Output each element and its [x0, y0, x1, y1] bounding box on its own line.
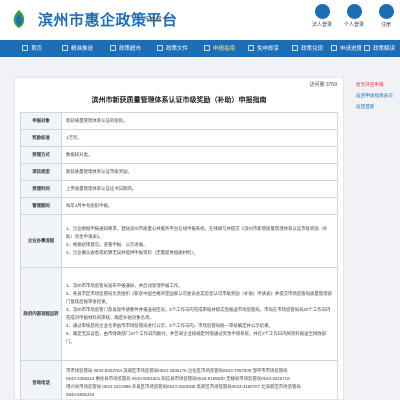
table-row: 管理期间 每年4月中旬组织申报。: [20, 197, 338, 215]
nav-policy-cash[interactable]: 政策兑现: [292, 44, 323, 53]
row-value: 市市场监管局 0543-8303764 滨城区市场监管局0543-3335175…: [61, 360, 338, 399]
row-line: 上传质量管理体系认证证书日期内。: [66, 186, 137, 191]
nav-progress-label: 申请进度: [340, 46, 363, 52]
table-row: 企业办事流程 1、企业根据申报通知要求，登陆滨州市质量公共服务平台在线申报系统，…: [20, 214, 338, 268]
row-line: 0543-6585315: [66, 392, 95, 397]
nav-home-label: 首页: [31, 46, 43, 52]
nav-progress[interactable]: 申请进度: [331, 44, 362, 53]
nav-home[interactable]: 首页: [22, 44, 42, 53]
register-icon: [378, 4, 394, 19]
city-select-label: 市本级: [144, 17, 163, 23]
row-label: 管理期间: [20, 197, 62, 215]
row-label: 企业办事流程: [20, 214, 62, 268]
nav-precise-push-label: 精准推送: [71, 46, 94, 52]
site-header: 滨州市惠企政策平台 市本级 ▾ 法人登录 个人登录 注册: [0, 0, 400, 40]
row-value: 上传质量管理体系认证证书日期内。: [61, 180, 338, 198]
row-value: 新获质量管理体系认证的组织。: [61, 112, 338, 130]
row-line: 0543-4358213 惠民县市场监管局 0543-5051501 阳信县市场…: [66, 376, 290, 381]
row-label: 受理方式: [20, 146, 62, 164]
row-value: 1、企业根据申报通知要求，登陆滨州市质量公共服务平台在线申报系统，在线填写并提交…: [61, 214, 338, 268]
row-label: 受理时间: [20, 180, 62, 198]
chevron-down-icon: ▾: [163, 17, 167, 23]
row-value: 数据核对类。: [61, 146, 338, 164]
legal-user-icon: [314, 4, 330, 19]
nav-policy-read-label: 政策解读: [373, 46, 396, 52]
table-row: 受理方式 数据核对类。: [20, 146, 338, 164]
row-value: 1万元。: [61, 129, 338, 147]
row-line: 1、滨州市市场监管局发布申报通知，并启动受理申报工作。: [66, 283, 183, 288]
nav-policy-market[interactable]: 政策超市: [110, 44, 141, 53]
table-row: 项目类型 新获质量管理体系认证市级奖励。: [20, 163, 338, 181]
table-row: 奖励标准 1万元。: [20, 129, 338, 147]
row-line: 1、企业根据申报通知要求，登陆滨州市质量公共服务平台在线申报系统，在线填写并提交…: [66, 226, 328, 239]
nav-policy-read[interactable]: 政策解读: [364, 44, 395, 53]
visit-count: 访问量:3709: [309, 82, 337, 88]
guide-icon: [204, 45, 210, 51]
row-line: 新获质量管理体系认证市级奖励。: [66, 169, 132, 174]
coin-icon: [292, 45, 298, 51]
table-row: 申报对象 新获质量管理体系认证的组织。: [20, 112, 338, 130]
home-icon: [22, 45, 28, 51]
progress-icon: [331, 45, 337, 51]
row-label: 项目类型: [20, 163, 62, 181]
document-icon: [157, 45, 163, 51]
register-button[interactable]: 注册: [371, 4, 400, 28]
row-line: 2、各县市区市场监管局负责组织《新获中国合格评定国家认可委员会实验室认可市级奖励…: [66, 291, 332, 304]
row-value: 新获质量管理体系认证市级奖励。: [61, 163, 338, 181]
nav-exempt-apply[interactable]: 免申即享: [248, 44, 279, 53]
back-to-guide-link[interactable]: 返回申请指南表识: [356, 92, 400, 99]
cart-icon: [110, 45, 116, 51]
personal-login-label: 个人登录: [343, 22, 364, 28]
back-to-top-link[interactable]: 返回首部: [356, 103, 400, 110]
table-row: 受理时间 上传质量管理体系认证证书日期内。: [20, 180, 338, 198]
row-label: 咨询电话: [20, 360, 62, 399]
page-title: 滨州市新获质量管理体系认证市级奖励（补助）申报指南: [91, 97, 267, 104]
row-line: 2、根据初审意见，查看申报、公示进展。: [66, 242, 148, 247]
target-icon: [62, 45, 68, 51]
nav-policy-market-label: 政策超市: [119, 46, 142, 52]
row-value: 每年4月中旬组织申报。: [61, 197, 338, 215]
person-icon: [346, 4, 362, 19]
table-row: 咨询电话 市市场监管局 0543-8303764 滨城区市场监管局0543-33…: [20, 360, 338, 399]
personal-login-button[interactable]: 个人登录: [339, 4, 369, 28]
guide-panel: 访问量:3709 滨州市新获质量管理体系认证市级奖励（补助）申报指南 申报对象 …: [14, 77, 344, 400]
row-line: 博兴县市场监管局 0543-2321998 开发区市场监管局0543-31833…: [66, 384, 301, 389]
legal-login-label: 法人登录: [311, 22, 332, 28]
row-line: 新获质量管理体系认证的组织。: [66, 118, 128, 123]
row-line: 市市场监管局 0543-8303764 滨城区市场监管局0543-3335175…: [66, 368, 288, 373]
row-line: 数据核对类。: [66, 152, 93, 157]
row-line: 3、滨州市市场监管门及发现申请要件并报送县区局，5个工作日内完成审核并核实后报送…: [66, 307, 331, 320]
site-logo-icon[interactable]: [8, 8, 30, 30]
guide-table: 申报对象 新获质量管理体系认证的组织。 奖励标准 1万元。 受理方式 数据核对类…: [20, 112, 338, 399]
nav-policy-files-label: 政策文件: [166, 46, 189, 52]
row-label: 奖励标准: [20, 129, 62, 147]
city-select[interactable]: 市本级 ▾: [144, 14, 167, 23]
nav-apply-guide[interactable]: 申报指南: [204, 44, 235, 53]
nav-policy-cash-label: 政策兑现: [301, 46, 324, 52]
main-nav: 首页 精准推送 政策超市 政策文件 申报指南 免申即享 政策兑现 申请进度 政策…: [0, 40, 400, 57]
nav-precise-push[interactable]: 精准推送: [62, 44, 93, 53]
row-line: 5、确定无异议后，由市财政部门10个工作日内拨付，并告知企业按规定时限通过资金申…: [66, 331, 327, 344]
nav-exempt-apply-label: 免申即享: [257, 46, 280, 52]
right-sidebar: 暂无开启申报 返回申请指南表识 返回首部: [352, 77, 400, 110]
row-line: 每年4月中旬组织申报。: [66, 203, 113, 208]
gift-icon: [248, 45, 254, 51]
nav-policy-files[interactable]: 政策文件: [157, 44, 188, 53]
read-icon: [364, 45, 370, 51]
legal-login-button[interactable]: 法人登录: [307, 4, 337, 28]
row-value: 1、滨州市市场监管局发布申报通知，并启动受理申报工作。 2、各县市区市场监管局负…: [61, 267, 338, 361]
row-line: 3、企业确认收悉或结算无误并提供申报资料（无需提供纸质材料）。: [66, 250, 198, 255]
row-label: 申报对象: [20, 112, 62, 130]
register-label: 注册: [380, 22, 391, 28]
row-line: 1万元。: [66, 135, 82, 140]
row-label: 政府内部流程运转: [20, 267, 62, 361]
no-open-application-link[interactable]: 暂无开启申报: [356, 81, 400, 88]
nav-apply-guide-label: 申报指南: [213, 46, 236, 52]
row-line: 4、通过审核后的企业名单由市市场监管局进行公示，5个工作日内，市场监管局统一审核…: [66, 323, 273, 328]
table-row: 政府内部流程运转 1、滨州市市场监管局发布申报通知，并启动受理申报工作。 2、各…: [20, 267, 338, 361]
